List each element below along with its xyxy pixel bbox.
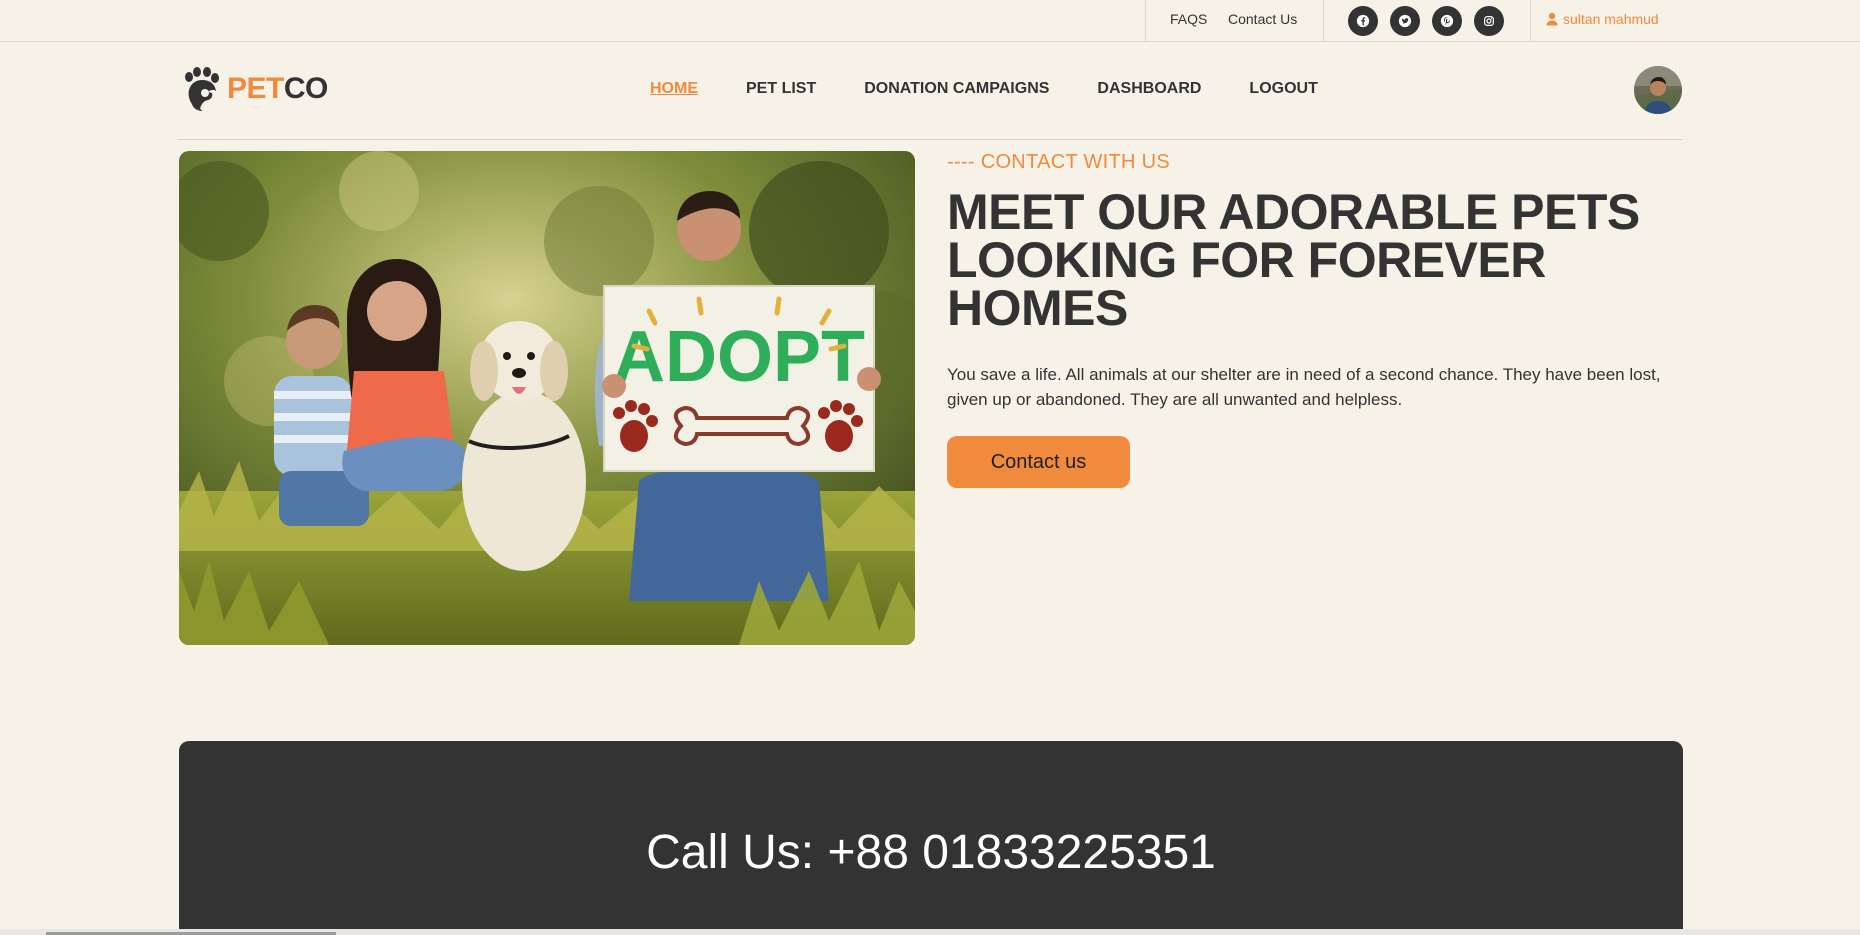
avatar[interactable] [1634, 66, 1682, 114]
call-phone-text: Call Us: +88 01833225351 [646, 826, 1216, 879]
logo[interactable]: PETCO [180, 66, 328, 112]
instagram-icon[interactable] [1474, 6, 1504, 36]
divider [1323, 0, 1324, 42]
section-eyebrow: ---- CONTACT WITH US [947, 151, 1171, 173]
divider [1145, 0, 1146, 42]
hero-description: You save a life. All animals at our shel… [947, 365, 1661, 409]
contact-us-link[interactable]: Contact Us [1228, 11, 1297, 27]
nav-menu: HOME PET LIST DONATION CAMPAIGNS DASHBOA… [650, 80, 1318, 98]
main-nav: PETCO HOME PET LIST DONATION CAMPAIGNS D… [178, 42, 1682, 140]
nav-dashboard[interactable]: DASHBOARD [1097, 80, 1201, 98]
facebook-icon[interactable] [1348, 6, 1378, 36]
hero-headline: MEET OUR ADORABLE PETS LOOKING FOR FOREV… [947, 184, 1640, 336]
nav-pet-list[interactable]: PET LIST [746, 80, 816, 98]
top-bar: FAQS Contact Us sultan mahmud [0, 0, 1860, 42]
hero-image: ADOPT [179, 151, 915, 645]
divider [1530, 0, 1531, 42]
user-profile-link[interactable]: sultan mahmud [1546, 11, 1659, 27]
user-name: sultan mahmud [1563, 11, 1659, 27]
contact-us-button[interactable]: Contact us [947, 436, 1130, 488]
paw-logo-icon [185, 67, 219, 111]
twitter-icon[interactable] [1390, 6, 1420, 36]
svg-text:ADOPT: ADOPT [613, 317, 865, 397]
nav-home[interactable]: HOME [650, 80, 698, 98]
faqs-link[interactable]: FAQS [1170, 11, 1207, 27]
call-banner: Call Us: +88 01833225351 [179, 741, 1683, 935]
hero-text: ---- CONTACT WITH US MEET OUR ADORABLE P… [947, 151, 1687, 488]
logo-text: PETCO [227, 72, 328, 105]
user-icon [1546, 12, 1558, 26]
pinterest-icon[interactable] [1432, 6, 1462, 36]
nav-logout[interactable]: LOGOUT [1249, 80, 1317, 98]
nav-donation-campaigns[interactable]: DONATION CAMPAIGNS [864, 80, 1049, 98]
